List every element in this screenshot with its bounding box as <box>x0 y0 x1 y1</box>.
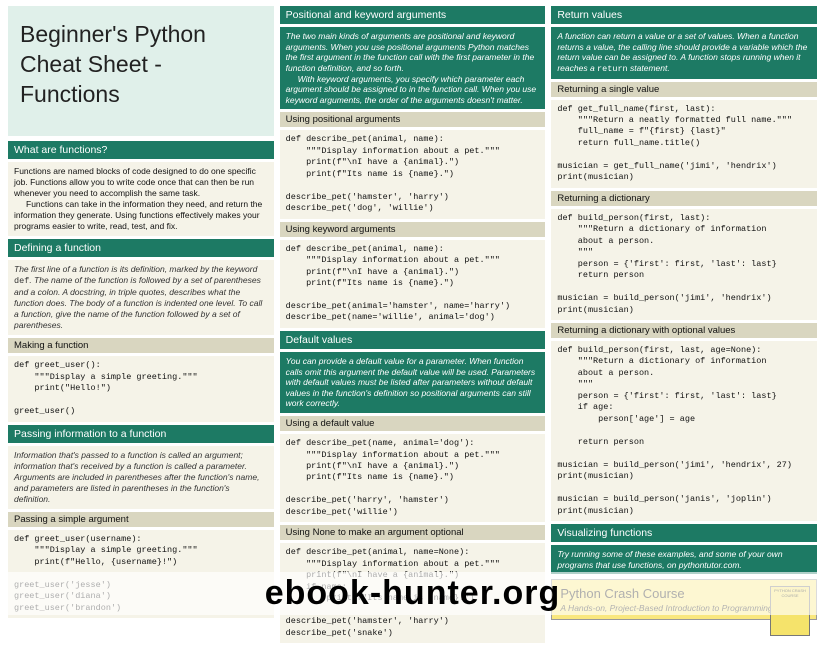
section-head: Return values <box>551 6 817 24</box>
text: The first line of a function is its defi… <box>14 264 257 274</box>
code-block: def greet_user(): """Display a simple gr… <box>8 356 274 421</box>
section-head: Positional and keyword arguments <box>280 6 546 24</box>
section-intro: A function can return a value or a set o… <box>551 27 817 79</box>
section-head: Defining a function <box>8 239 274 257</box>
text: statement. <box>628 63 670 73</box>
cheatsheet-page: Beginner's Python Cheat Sheet - Function… <box>0 0 825 649</box>
sub-head: Returning a dictionary with optional val… <box>551 323 817 338</box>
code-block: def describe_pet(name, animal='dog'): ""… <box>280 434 546 522</box>
sub-head: Returning a dictionary <box>551 191 817 206</box>
keyword: return <box>597 64 628 74</box>
code-block: def greet_user(username): """Display a s… <box>8 530 274 618</box>
code-block: def describe_pet(animal, name=None): """… <box>280 543 546 643</box>
text: A function can return a value or a set o… <box>557 31 807 73</box>
paragraph: Functions are named blocks of code desig… <box>14 166 256 198</box>
section-intro: Try running some of these examples, and … <box>551 545 817 574</box>
column-1: Beginner's Python Cheat Sheet - Function… <box>8 6 274 643</box>
keyword: def <box>14 276 29 286</box>
book-cover-icon: PYTHON CRASH COURSE <box>770 586 810 636</box>
code-block: def build_person(first, last): """Return… <box>551 209 817 320</box>
section-head: Visualizing functions <box>551 524 817 542</box>
paragraph: Functions can take in the information th… <box>14 199 268 232</box>
section-intro: The first line of a function is its defi… <box>8 260 274 335</box>
promo-box: Python Crash Course A Hands-on, Project-… <box>551 579 817 620</box>
sub-head: Using keyword arguments <box>280 222 546 237</box>
section-intro: You can provide a default value for a pa… <box>280 352 546 413</box>
sub-head: Making a function <box>8 338 274 353</box>
code-block: def describe_pet(animal, name): """Displ… <box>280 240 546 328</box>
column-3: Return values A function can return a va… <box>551 6 817 643</box>
code-block: def build_person(first, last, age=None):… <box>551 341 817 521</box>
section-head: What are functions? <box>8 141 274 159</box>
section-intro: Information that's passed to a function … <box>8 446 274 509</box>
sub-head: Returning a single value <box>551 82 817 97</box>
column-2: Positional and keyword arguments The two… <box>280 6 546 643</box>
text: . The name of the function is followed b… <box>14 275 261 308</box>
section-head: Passing information to a function <box>8 425 274 443</box>
page-title: Beginner's Python Cheat Sheet - Function… <box>20 20 262 110</box>
code-block: def describe_pet(animal, name): """Displ… <box>280 130 546 218</box>
title-box: Beginner's Python Cheat Sheet - Function… <box>8 6 274 136</box>
sub-head: Using positional arguments <box>280 112 546 127</box>
paragraph: The two main kinds of arguments are posi… <box>286 31 535 73</box>
code-block: def get_full_name(first, last): """Retur… <box>551 100 817 188</box>
section-head: Default values <box>280 331 546 349</box>
sub-head: Using a default value <box>280 416 546 431</box>
sub-head: Passing a simple argument <box>8 512 274 527</box>
paragraph: With keyword arguments, you specify whic… <box>286 74 540 106</box>
section-body: Functions are named blocks of code desig… <box>8 162 274 236</box>
sub-head: Using None to make an argument optional <box>280 525 546 540</box>
section-intro: The two main kinds of arguments are posi… <box>280 27 546 109</box>
